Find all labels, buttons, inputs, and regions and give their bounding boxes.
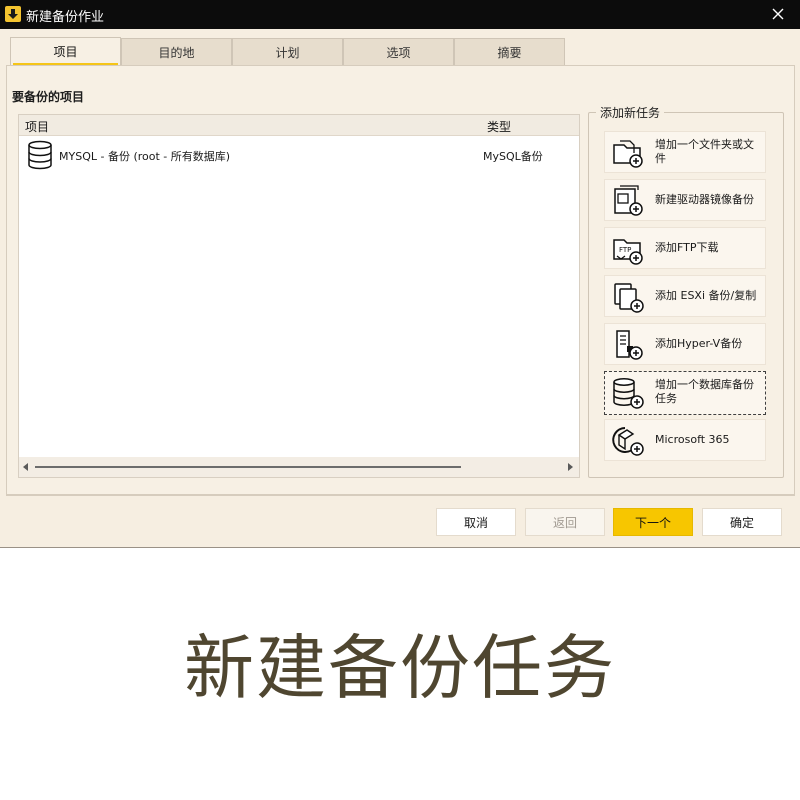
add-esxi-backup-button[interactable]: 添加 ESXi 备份/复制 (604, 275, 766, 317)
task-label: 增加一个文件夹或文件 (655, 138, 754, 165)
task-label: Microsoft 365 (655, 433, 730, 446)
task-label: 添加 ESXi 备份/复制 (655, 289, 757, 302)
scroll-left-icon[interactable] (23, 463, 28, 471)
footer-divider (6, 495, 795, 496)
add-folder-file-button[interactable]: 增加一个文件夹或文件 (604, 131, 766, 173)
items-section-title: 要备份的项目 (12, 90, 85, 104)
row-item-type: MySQL备份 (483, 150, 543, 163)
scrollbar-thumb[interactable] (35, 466, 461, 468)
tab-items[interactable]: 项目 (10, 37, 121, 65)
drive-image-icon (611, 185, 645, 220)
column-header-type[interactable]: 类型 (487, 118, 511, 135)
cancel-button[interactable]: 取消 (436, 508, 516, 536)
add-hyperv-backup-button[interactable]: 添加Hyper-V备份 (604, 323, 766, 365)
tab-destination[interactable]: 目的地 (121, 38, 232, 65)
folder-file-icon (611, 137, 645, 172)
list-header: 项目 类型 (19, 115, 579, 136)
column-header-item[interactable]: 项目 (25, 118, 49, 135)
add-ftp-download-button[interactable]: FTP 添加FTP下载 (604, 227, 766, 269)
ok-button[interactable]: 确定 (702, 508, 782, 536)
add-task-title: 添加新任务 (596, 104, 665, 121)
backup-items-list[interactable]: 项目 类型 MYSQL - 备份 (root - 所有数据库) MySQL备份 (18, 114, 580, 478)
title-bar[interactable]: 新建备份作业 (0, 0, 800, 29)
microsoft365-button[interactable]: Microsoft 365 (604, 419, 766, 461)
microsoft365-icon (611, 425, 645, 460)
database-icon (27, 140, 53, 173)
task-label: 增加一个数据库备份任务 (655, 378, 754, 405)
svg-text:FTP: FTP (619, 246, 631, 254)
back-button[interactable]: 返回 (525, 508, 605, 536)
close-button[interactable] (764, 3, 792, 25)
scroll-right-icon[interactable] (568, 463, 573, 471)
tab-options[interactable]: 选项 (343, 38, 454, 65)
backup-job-dialog: 新建备份作业 项目 目的地 计划 选项 摘要 要备份的项目 项目 类型 MYSQ… (0, 0, 800, 548)
task-label: 添加Hyper-V备份 (655, 337, 743, 350)
new-drive-image-button[interactable]: 新建驱动器镜像备份 (604, 179, 766, 221)
add-database-backup-button[interactable]: 增加一个数据库备份任务 (604, 371, 766, 415)
row-item-name: MYSQL - 备份 (root - 所有数据库) (59, 150, 231, 163)
database-add-icon (611, 377, 645, 412)
close-icon (772, 8, 784, 20)
horizontal-scrollbar[interactable] (19, 457, 579, 477)
table-row[interactable]: MYSQL - 备份 (root - 所有数据库) MySQL备份 (19, 137, 579, 171)
next-button[interactable]: 下一个 (613, 508, 693, 536)
ftp-folder-icon: FTP (611, 233, 645, 268)
window-title: 新建备份作业 (26, 10, 105, 25)
tab-schedule[interactable]: 计划 (232, 38, 343, 65)
page-caption: 新建备份任务 (184, 627, 616, 709)
task-label: 添加FTP下载 (655, 241, 719, 254)
esxi-copy-icon (611, 281, 645, 316)
task-label: 新建驱动器镜像备份 (655, 193, 754, 206)
tab-summary[interactable]: 摘要 (454, 38, 565, 65)
app-logo-icon (5, 6, 21, 22)
hyperv-server-icon (611, 329, 645, 364)
